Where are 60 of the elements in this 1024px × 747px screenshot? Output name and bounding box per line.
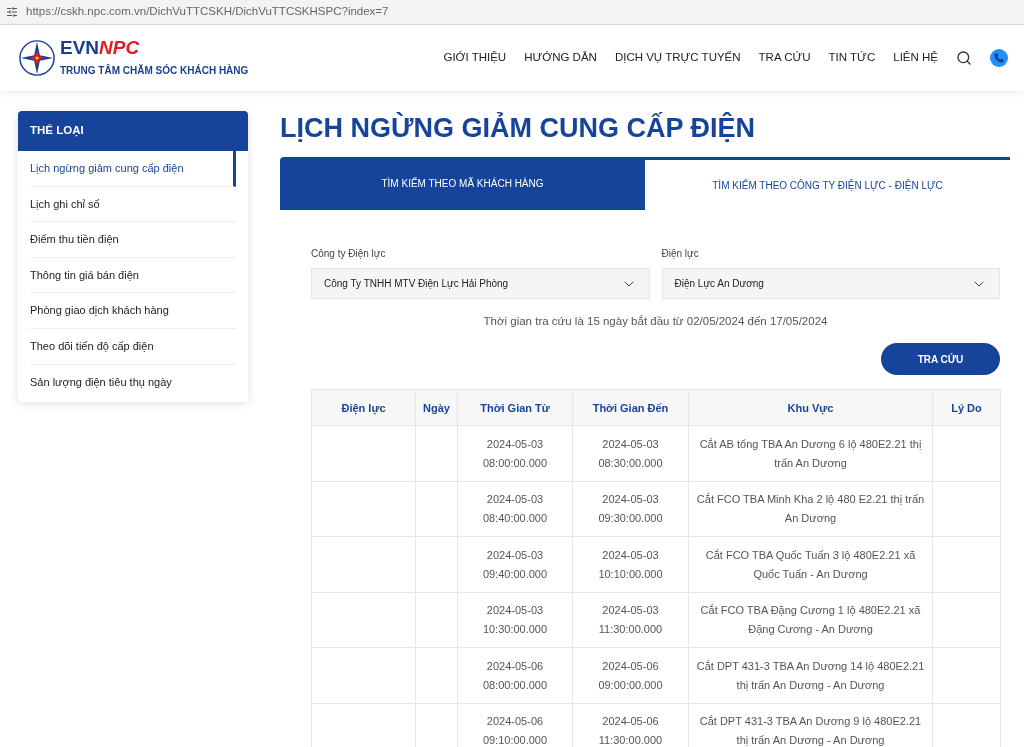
table-cell [415, 647, 458, 704]
sidebar-item[interactable]: Sản lượng điện tiêu thụ ngày [30, 364, 236, 401]
nav-link[interactable]: LIÊN HỆ [893, 49, 938, 67]
table-cell [932, 536, 1001, 593]
sidebar-item[interactable]: Phòng giao dịch khách hàng [30, 293, 236, 329]
search-tab[interactable]: TÌM KIẾM THEO MÃ KHÁCH HÀNG [280, 157, 645, 210]
phone-icon [994, 53, 1004, 63]
logo-wordmark: EVNNPC [60, 38, 141, 57]
field-label: Công ty Điện lực [311, 247, 387, 261]
table-cell: 2024-05-03 08:30:00.000 [572, 425, 689, 482]
nav-link[interactable]: TRA CỨU [758, 49, 811, 67]
table-cell [932, 481, 1001, 537]
dropdown-field[interactable]: Công Ty TNHH MTV Điện Lực Hải Phòng [311, 268, 650, 299]
column-header: Lý Do [932, 389, 1001, 426]
column-header: Khu Vực [688, 389, 933, 426]
table-cell: 2024-05-03 08:00:00.000 [457, 425, 573, 482]
table-cell: 2024-05-03 09:40:00.000 [457, 536, 573, 593]
table-cell: 2024-05-03 08:40:00.000 [457, 481, 573, 537]
table-cell: 2024-05-03 11:30:00.000 [572, 592, 689, 648]
sidebar-item[interactable]: Lịch ngừng giảm cung cấp điện [30, 151, 236, 187]
search-period-note: Thời gian tra cứu là 15 ngày bắt đầu từ 02/05/2024 đến 17/05/2024 [482, 314, 829, 329]
table-cell: 2024-05-03 10:10:00.000 [572, 536, 689, 593]
sidebar-item[interactable]: Điểm thu tiền điện [30, 222, 236, 258]
site-settings-icon[interactable] [6, 6, 18, 18]
table-cell [415, 536, 458, 593]
sidebar-title: THỂ LOẠI [18, 111, 248, 151]
url-text[interactable]: https://cskh.npc.com.vn/DichVuTTCSKH/DichVuTTCSKHSPC?index=7 [26, 3, 389, 21]
sidebar-item[interactable]: Theo dõi tiến độ cấp điện [30, 328, 236, 365]
nav-link[interactable]: GIỚI THIỆU [443, 49, 507, 67]
dropdown-field[interactable]: Điện Lực An Dương [661, 268, 1000, 299]
table-cell: Cắt DPT 431-3 TBA An Dương 14 lộ 480E2.21 thị trấn An Dương - An Dương [688, 647, 933, 704]
table-cell [415, 592, 458, 648]
nav-link[interactable]: TIN TỨC [828, 49, 876, 67]
table-cell: Cắt AB tổng TBA An Dương 6 lộ 480E2.21 thị trấn An Dương [688, 425, 933, 482]
sidebar-item[interactable]: Thông tin giá bán điện [30, 257, 236, 294]
field-label: Điện lực [661, 247, 700, 261]
table-cell: 2024-05-06 08:00:00.000 [457, 647, 573, 704]
nav-link[interactable]: HƯỚNG DẪN [524, 49, 597, 67]
table-cell: Cắt FCO TBA Quốc Tuấn 3 lộ 480E2.21 xã Quốc Tuấn - An Dương [688, 536, 933, 593]
table-cell: Cắt FCO TBA Đặng Cương 1 lộ 480E2.21 xã Đặng Cương - An Dương [688, 592, 933, 648]
table-cell: 2024-05-06 09:00:00.000 [572, 647, 689, 704]
table-cell [415, 425, 458, 482]
table-cell: Cắt FCO TBA Minh Kha 2 lộ 480 E2.21 thị trấn An Dương [688, 481, 933, 537]
search-icon[interactable] [956, 50, 972, 66]
column-header: Ngày [415, 389, 458, 426]
sidebar-item[interactable]: Lịch ghi chỉ số [30, 186, 236, 223]
nav-link[interactable]: DỊCH VỤ TRỰC TUYẾN [614, 49, 741, 67]
table-cell: 2024-05-03 10:30:00.000 [457, 592, 573, 648]
table-cell [415, 481, 458, 537]
column-header: Điện lực [311, 389, 416, 426]
table-cell: 2024-05-03 09:30:00.000 [572, 481, 689, 537]
logo-subtitle: TRUNG TÂM CHĂM SÓC KHÁCH HÀNG [60, 63, 249, 78]
phone-button[interactable] [990, 49, 1008, 67]
table-cell [932, 647, 1001, 704]
star-logo-icon [18, 39, 56, 77]
search-button[interactable]: TRA CỨU [881, 343, 1000, 376]
table-cell [932, 425, 1001, 482]
table-cell [932, 592, 1001, 648]
column-header: Thời Gian Từ [457, 389, 573, 426]
column-header: Thời Gian Đến [572, 389, 689, 426]
